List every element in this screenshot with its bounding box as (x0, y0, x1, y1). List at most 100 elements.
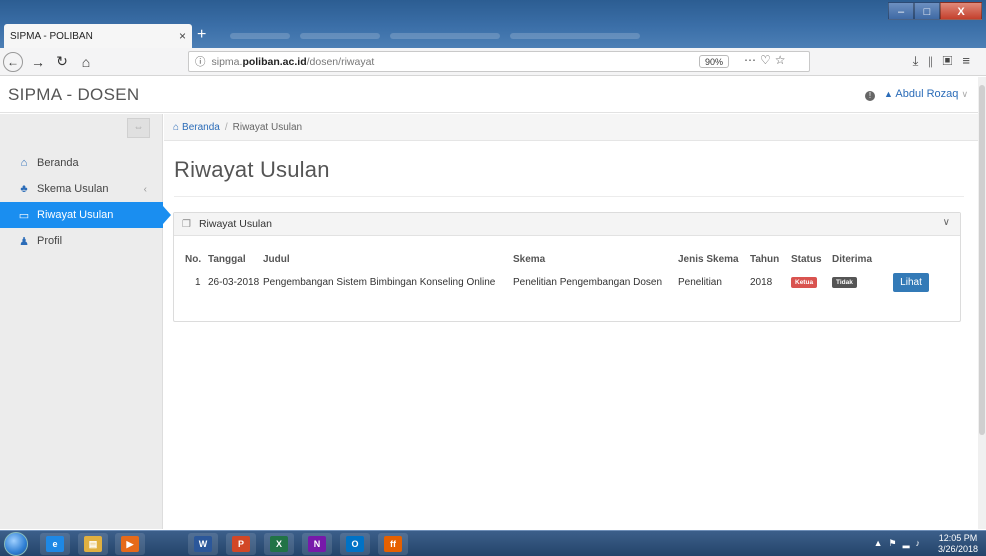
url-text: sipma.poliban.ac.id/dosen/riwayat (212, 56, 375, 68)
onenote-icon: N (308, 536, 326, 552)
url-prefix: sipma. (211, 55, 243, 68)
panel-title: Riwayat Usulan (198, 218, 272, 230)
blurred-bookmark (230, 33, 290, 39)
maximize-button[interactable]: □ (914, 2, 940, 20)
blurred-bookmark (390, 33, 500, 39)
cell-diterima: Tidak (832, 269, 893, 295)
volume-icon[interactable]: ♪ (916, 538, 927, 548)
close-tab-icon[interactable]: × (179, 29, 186, 43)
url-bar[interactable]: ⓘ sipma.poliban.ac.id/dosen/riwayat 90% … (188, 51, 810, 72)
breadcrumb-separator: / (224, 121, 228, 133)
divider (174, 196, 964, 197)
cell-no: 1 (195, 276, 201, 288)
breadcrumb-current: Riwayat Usulan (232, 121, 303, 133)
powerpoint-icon: P (232, 536, 250, 552)
diterima-badge: Tidak (832, 277, 857, 288)
copy-icon: ❐ (182, 218, 191, 230)
taskbar-app-onenote[interactable]: N (302, 533, 332, 555)
table-row: 1 26-03-2018 Pengembangan Sistem Bimbing… (185, 269, 933, 295)
page-actions[interactable]: ⋯♡☆ (744, 53, 790, 67)
cell-jenis-skema: Penelitian (678, 276, 722, 288)
cell-status: Ketua (791, 269, 832, 295)
home-icon: ⌂ (173, 121, 180, 133)
browser-toolbar: ← → ↻ ⌂ ⓘ sipma.poliban.ac.id/dosen/riwa… (0, 48, 986, 76)
more-icon[interactable]: ⋯ (744, 53, 760, 67)
zoom-badge[interactable]: 90% (699, 55, 730, 68)
sitemap-icon: ♣ (20, 183, 28, 195)
table-header-row: No. Tanggal Judul Skema Jenis Skema Tahu… (185, 249, 933, 269)
flag-icon[interactable]: ⚑ (889, 538, 903, 548)
breadcrumb-home-link[interactable]: Beranda (182, 122, 220, 133)
forward-button[interactable]: → (29, 54, 47, 70)
user-menu[interactable]: ▲ Abdul Rozaq ∨ (884, 88, 968, 100)
system-tray: ▲⚑▂♪ (874, 538, 926, 549)
sidebar-item-skema-usulan[interactable]: ♣ Skema Usulan ‹ (0, 176, 163, 202)
bookmark-star-icon[interactable]: ☆ (775, 53, 790, 67)
lihat-button[interactable]: Lihat (893, 272, 929, 292)
taskbar-app-media[interactable]: ▶ (115, 533, 145, 555)
folder-icon: ▭ (18, 209, 30, 222)
page-title: Riwayat Usulan (174, 157, 330, 182)
column-header: Status (791, 253, 822, 265)
sidebar-item-riwayat-usulan[interactable]: ▭ Riwayat Usulan (0, 202, 171, 228)
library-icon[interactable]: ∥ (928, 53, 942, 68)
clock-date: 3/26/2018 (937, 544, 978, 554)
window-controls: – □ X (888, 2, 982, 20)
column-header: No. (185, 253, 202, 265)
column-header: Jenis Skema (678, 253, 739, 265)
close-window-button[interactable]: X (940, 2, 982, 20)
back-button[interactable]: ← (3, 51, 23, 72)
home-button[interactable]: ⌂ (77, 54, 95, 70)
home-icon: ⌂ (20, 157, 28, 169)
download-icon[interactable]: ⤓ (913, 53, 929, 68)
excel-icon: X (270, 536, 288, 552)
breadcrumb: ⌂ Beranda / Riwayat Usulan (164, 114, 986, 141)
taskbar-app-powerpoint[interactable]: P (226, 533, 256, 555)
browser-titlebar: SIPMA - POLIBAN × + – □ X (0, 0, 986, 48)
history-panel: ❐ Riwayat Usulan ∨ No. Tanggal Judul Ske… (173, 212, 961, 322)
sidebar-toggle-icon[interactable]: ▣ (943, 53, 963, 68)
column-header: Tanggal (208, 253, 246, 265)
taskbar-app-word[interactable]: W (188, 533, 218, 555)
start-button[interactable] (4, 532, 28, 556)
column-header: Diterima (832, 253, 873, 265)
taskbar-app-ie[interactable]: e (40, 533, 70, 555)
outlook-icon: O (346, 536, 364, 552)
cell-judul: Pengembangan Sistem Bimbingan Konseling … (263, 276, 496, 288)
taskbar-app-excel[interactable]: X (264, 533, 294, 555)
taskbar: e ▤ ▶ W P X N Off ▲⚑▂♪ 12:05 PM 3/26/2018 (0, 530, 986, 556)
brand-title[interactable]: SIPMA - DOSEN (8, 85, 139, 105)
taskbar-app-outlook[interactable]: O (340, 533, 370, 555)
browser-tab[interactable]: SIPMA - POLIBAN × (4, 24, 192, 48)
taskbar-app-firefox[interactable]: ff (378, 533, 408, 555)
cell-action: Lihat (893, 269, 933, 295)
menu-icon[interactable]: ≡ (962, 53, 980, 68)
reload-button[interactable]: ↻ (53, 53, 71, 70)
scrollbar-thumb[interactable] (979, 85, 985, 435)
cell-tanggal: 26-03-2018 (208, 276, 260, 288)
history-table: No. Tanggal Judul Skema Jenis Skema Tahu… (185, 249, 933, 295)
tray-arrow-icon[interactable]: ▲ (874, 538, 889, 548)
chevron-down-icon[interactable]: ∨ (943, 217, 950, 228)
blurred-bookmark (510, 33, 640, 39)
firefox-icon: ff (384, 536, 402, 552)
cell-skema: Penelitian Pengembangan Dosen (513, 276, 662, 288)
chevron-left-icon: ‹ (143, 183, 147, 195)
sidebar-item-beranda[interactable]: ⌂ Beranda (0, 150, 163, 176)
sidebar-menu: ⌂ Beranda ♣ Skema Usulan ‹ ▭ Riwayat Usu… (0, 150, 171, 254)
page-scrollbar[interactable] (978, 77, 986, 529)
explorer-icon: ▤ (84, 536, 102, 552)
app-header: SIPMA - DOSEN ! ▲ Abdul Rozaq ∨ (0, 77, 986, 113)
users-icon: ♟ (19, 235, 29, 248)
new-tab-button[interactable]: + (197, 26, 206, 44)
info-icon[interactable]: ⓘ (195, 54, 206, 69)
taskbar-app-explorer[interactable]: ▤ (78, 533, 108, 555)
sidebar-collapse-button[interactable]: ⇔ (127, 118, 150, 138)
network-icon[interactable]: ▂ (903, 538, 916, 548)
pocket-icon[interactable]: ♡ (760, 53, 775, 67)
media-icon: ▶ (121, 536, 139, 552)
sidebar-item-profil[interactable]: ♟ Profil (0, 228, 163, 254)
alert-icon[interactable]: ! (865, 91, 875, 101)
clock[interactable]: 12:05 PM 3/26/2018 (938, 533, 978, 555)
minimize-button[interactable]: – (888, 2, 914, 20)
